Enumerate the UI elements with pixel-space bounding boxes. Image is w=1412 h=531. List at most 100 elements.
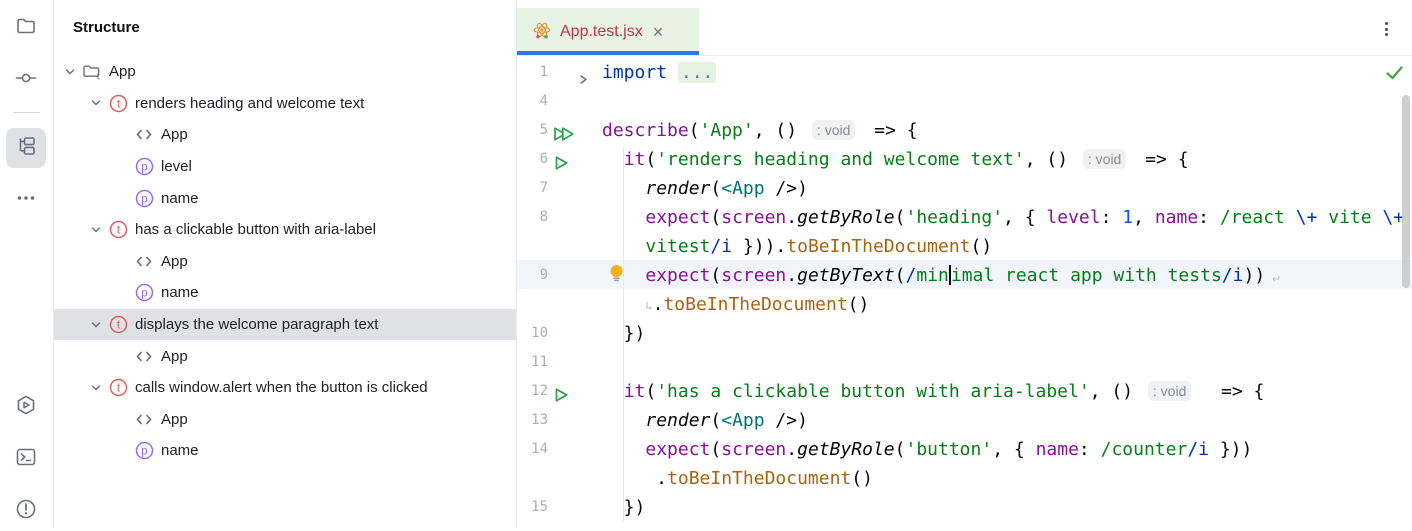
- code-token: (: [895, 439, 906, 460]
- svg-text:p: p: [141, 446, 147, 458]
- chevron-down-icon[interactable]: [88, 380, 104, 396]
- code-line[interactable]: 13 render(<App />): [517, 406, 1412, 435]
- chevron-down-icon[interactable]: [88, 95, 104, 111]
- inlay-hint-void[interactable]: : void: [812, 120, 855, 140]
- jsx-icon: [134, 410, 154, 429]
- code-token: }): [602, 323, 645, 344]
- code-line[interactable]: .toBeInTheDocument(): [517, 464, 1412, 493]
- intention-bulb-icon[interactable]: [608, 264, 625, 287]
- editor-options-kebab-icon[interactable]: [1378, 20, 1394, 38]
- code-line[interactable]: 9 expect(screen.getByText(/minimal react…: [517, 261, 1412, 290]
- tool-stripe-project-button[interactable]: [6, 8, 46, 48]
- soft-wrap-icon: ↳: [645, 299, 652, 313]
- code-token: (): [971, 236, 993, 257]
- jsx-icon: [134, 347, 154, 366]
- tool-stripe-problems-button[interactable]: [6, 491, 46, 531]
- test-icon: t: [108, 378, 128, 397]
- tool-stripe-terminal-button[interactable]: [6, 439, 46, 479]
- tree-item-label: calls window.alert when the button is cl…: [135, 379, 428, 396]
- code-line[interactable]: 1import ...: [517, 58, 1412, 87]
- code-line[interactable]: vitest/i })).toBeInTheDocument(): [517, 232, 1412, 261]
- line-number: 14: [517, 435, 548, 464]
- tool-stripe-commit-button[interactable]: [6, 60, 46, 100]
- code-line[interactable]: 14 expect(screen.getByRole('button', { n…: [517, 435, 1412, 464]
- code-token: [602, 207, 645, 228]
- line-number: 8: [517, 203, 548, 232]
- code-line[interactable]: 8 expect(screen.getByRole('heading', { l…: [517, 203, 1412, 232]
- code-text: .toBeInTheDocument(): [602, 464, 873, 493]
- code-line[interactable]: 5describe('App', () : void => {: [517, 116, 1412, 145]
- tool-stripe-services-button[interactable]: [6, 387, 46, 427]
- code-token: , {: [1003, 207, 1046, 228]
- code-line[interactable]: 12 it('has a clickable button with aria-…: [517, 377, 1412, 406]
- svg-text:t: t: [116, 320, 120, 332]
- structure-tree-item[interactable]: trenders heading and welcome text: [54, 88, 516, 120]
- code-token: getByRole: [797, 439, 895, 460]
- tree-item-label: name: [161, 284, 199, 301]
- tree-item-label: has a clickable button with aria-label: [135, 221, 376, 238]
- line-number: 15: [517, 493, 548, 522]
- structure-tree-item[interactable]: p level: [54, 151, 516, 183]
- jsx-icon: [134, 125, 154, 144]
- code-line[interactable]: 6 it('renders heading and welcome text',…: [517, 145, 1412, 174]
- tool-stripe-structure-button[interactable]: [6, 128, 46, 168]
- structure-tree-item[interactable]: pname: [54, 182, 516, 214]
- code-token: toBeInTheDocument: [667, 468, 851, 489]
- code-token: .: [653, 294, 664, 315]
- prop-icon: p: [134, 283, 154, 302]
- code-token: ,: [1133, 207, 1155, 228]
- chevron-down-icon[interactable]: [88, 222, 104, 238]
- code-token: render: [645, 410, 710, 431]
- inlay-hint-void[interactable]: : void: [1083, 149, 1126, 169]
- jsx-icon: [134, 252, 154, 271]
- code-line[interactable]: ↳.toBeInTheDocument(): [517, 290, 1412, 319]
- code-token: name: [1036, 439, 1079, 460]
- structure-tree-item[interactable]: pname: [54, 277, 516, 309]
- folded-import-region[interactable]: ...: [678, 62, 717, 83]
- code-token: expect: [645, 207, 710, 228]
- structure-tree-item[interactable]: tdisplays the welcome paragraph text: [54, 309, 516, 341]
- inlay-hint-void[interactable]: : void: [1148, 381, 1191, 401]
- code-token: })).: [732, 236, 786, 257]
- code-lines: 1import ...45describe('App', () : void =…: [517, 56, 1412, 528]
- structure-tree-item[interactable]: tApp: [54, 56, 516, 88]
- editor-scrollbar[interactable]: [1402, 95, 1410, 288]
- svg-text:t: t: [116, 225, 120, 237]
- code-line[interactable]: 11: [517, 348, 1412, 377]
- structure-tree-item[interactable]: App: [54, 246, 516, 278]
- chevron-down-icon[interactable]: [62, 64, 78, 80]
- tool-stripe-more-button[interactable]: [6, 180, 46, 220]
- code-token: (: [710, 207, 721, 228]
- structure-tree-item[interactable]: t calls window.alert when the button is c…: [54, 372, 516, 404]
- code-line[interactable]: 7 render(<App />): [517, 174, 1412, 203]
- structure-tree-item[interactable]: App: [54, 340, 516, 372]
- code-token: vitest: [645, 236, 710, 257]
- code-token: /react: [1220, 207, 1296, 228]
- code-text: describe('App', () : void => {: [602, 116, 918, 145]
- structure-tree-item[interactable]: App: [54, 404, 516, 436]
- line-number: 7: [517, 174, 548, 203]
- code-editor[interactable]: 1import ...45describe('App', () : void =…: [517, 56, 1412, 528]
- code-token: [602, 294, 645, 315]
- folder-test-icon: t: [82, 62, 102, 81]
- code-token: imal react app with tests: [951, 265, 1222, 286]
- code-line[interactable]: 15 }): [517, 493, 1412, 522]
- stripe-divider: [13, 112, 40, 113]
- chevron-down-icon[interactable]: [88, 317, 104, 333]
- code-token: 'button': [906, 439, 993, 460]
- close-icon[interactable]: ×: [653, 23, 664, 41]
- svg-text:p: p: [141, 162, 147, 174]
- code-line[interactable]: 10 }): [517, 319, 1412, 348]
- tree-item-label: level: [161, 158, 192, 175]
- line-number: 11: [517, 348, 548, 377]
- code-line[interactable]: 4: [517, 87, 1412, 116]
- structure-tree-item[interactable]: App: [54, 119, 516, 151]
- structure-tree-item[interactable]: t has a clickable button with aria-label: [54, 214, 516, 246]
- more-icon: [14, 186, 38, 215]
- code-token: vite: [1317, 207, 1382, 228]
- prop-icon: p: [134, 441, 154, 460]
- tab-app-test-jsx[interactable]: App.test.jsx ×: [517, 8, 699, 55]
- code-token: 'renders heading and welcome text': [656, 149, 1024, 170]
- code-token: [602, 236, 645, 257]
- structure-tree-item[interactable]: pname: [54, 435, 516, 467]
